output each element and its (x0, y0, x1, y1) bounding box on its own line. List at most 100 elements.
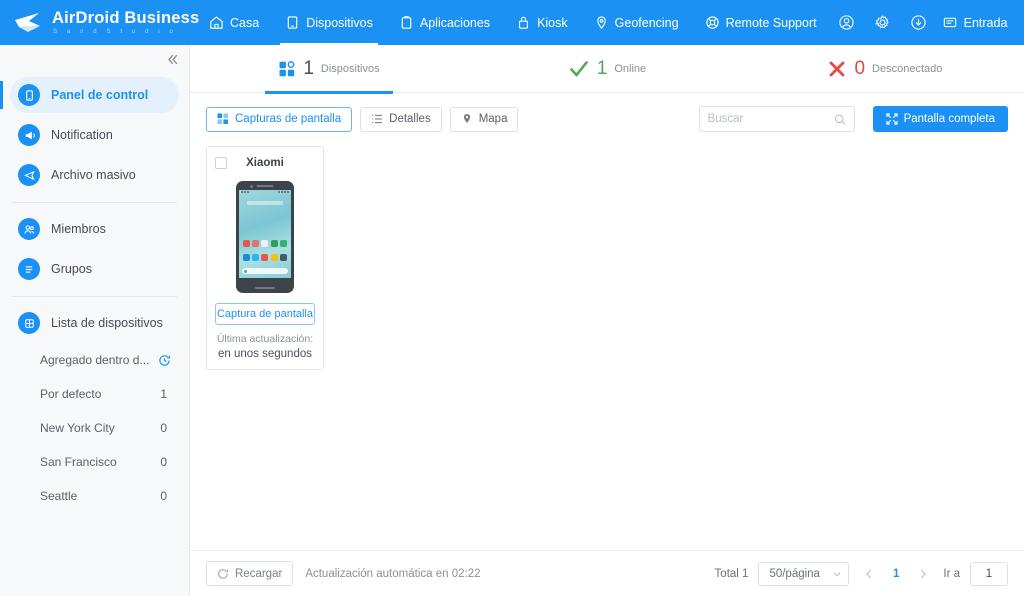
sidebar-item-lista-de-dispositivos[interactable]: Lista de dispositivos (10, 305, 179, 341)
nav-item-kiosk[interactable]: Kiosk (503, 0, 581, 45)
group-row-san-francisco[interactable]: San Francisco 0 (10, 447, 179, 477)
group-label-new-york-city: New York City (40, 421, 115, 435)
person-circle-icon (839, 15, 854, 30)
group-row-new-york-city[interactable]: New York City 0 (10, 413, 179, 443)
inbox-label: Entrada (963, 15, 1008, 30)
group-count-new-york-city: 0 (160, 421, 167, 435)
fullscreen-button[interactable]: Pantalla completa (872, 106, 1008, 132)
stat-offline-label: Desconectado (872, 62, 943, 75)
stat-total-devices[interactable]: 1 Dispositivos (190, 45, 468, 93)
auto-update-status: Actualización automática en 02:22 (305, 567, 481, 580)
prev-page-button[interactable] (859, 563, 879, 585)
search-icon (834, 114, 845, 125)
goto-page-input[interactable] (970, 561, 1008, 586)
nav-item-aplicaciones[interactable]: Aplicaciones (386, 0, 503, 45)
home-icon (210, 16, 223, 29)
phone-home-bar (255, 286, 275, 289)
download-icon-button[interactable] (902, 0, 936, 45)
device-name: Xiaomi (246, 157, 284, 169)
screenshot-capture-button[interactable]: Captura de pantalla (215, 303, 315, 325)
settings-icon-button[interactable] (866, 0, 900, 45)
refresh-icon (218, 568, 229, 579)
group-count-san-francisco: 0 (160, 455, 167, 469)
nav-label-remote-support: Remote Support (725, 15, 817, 30)
members-icon (18, 218, 40, 240)
sidebar-item-notification[interactable]: Notification (10, 117, 179, 153)
download-icon (911, 15, 926, 30)
double-chevron-left-icon (167, 54, 177, 64)
search-box[interactable] (698, 106, 855, 132)
page-size-value: 50/página (769, 567, 820, 580)
group-row-por-defecto[interactable]: Por defecto 1 (10, 379, 179, 409)
search-input[interactable] (707, 113, 834, 125)
sidebar-item-archivo-masivo[interactable]: Archivo masivo (10, 157, 179, 193)
view-toolbar: Capturas de pantalla Detalles Mapa Busca… (190, 93, 1024, 142)
device-card-xiaomi[interactable]: Xiaomi Captura de pantalla Última actual… (206, 146, 324, 370)
nav-label-casa: Casa (230, 15, 260, 30)
footer-bar: Recargar Actualización automática en 02:… (190, 550, 1024, 596)
sidebar-divider-1 (12, 202, 177, 203)
grid-glyph (24, 318, 34, 328)
nav-label-geofencing: Geofencing (614, 15, 679, 30)
chevron-right-icon (921, 569, 927, 578)
send-file-icon (18, 164, 40, 186)
main-nav: Casa Dispositivos Aplicaciones Kiosk Geo… (196, 0, 830, 45)
nav-item-remote-support[interactable]: Remote Support (692, 0, 830, 45)
lock-icon (519, 16, 529, 29)
top-navigation-bar: AirDroid Business S a n d S t u d i o Ca… (0, 0, 1024, 45)
phone-speaker (256, 185, 274, 187)
stat-online-label: Online (614, 62, 647, 75)
stat-offline-devices[interactable]: 0 Desconectado (746, 45, 1024, 93)
sidebar-item-panel-de-control[interactable]: Panel de control (0, 77, 179, 113)
device-screenshot-thumbnail[interactable] (236, 181, 294, 293)
sidebar-item-grupos[interactable]: Grupos (10, 251, 179, 287)
main-content: 1 Dispositivos 1 Online 0 Desconectado C… (190, 45, 1024, 596)
device-stats-bar: 1 Dispositivos 1 Online 0 Desconectado (190, 45, 1024, 93)
view-button-mapa[interactable]: Mapa (449, 106, 519, 132)
reload-button[interactable]: Recargar (206, 561, 294, 586)
apps-clipboard-icon (401, 16, 412, 29)
stat-total-count: 1 (303, 57, 314, 79)
phone-date-widget (247, 201, 283, 205)
sidebar-collapse-button[interactable] (163, 50, 181, 68)
check-green-icon (569, 60, 588, 77)
dashboard-device-glyph (25, 89, 33, 101)
page-number-1[interactable]: 1 (889, 568, 903, 580)
sidebar-label-grupos: Grupos (51, 262, 92, 276)
app-root: AirDroid Business S a n d S t u d i o Ca… (0, 0, 1024, 596)
view-button-capturas[interactable]: Capturas de pantalla (206, 106, 353, 132)
location-pin-icon (596, 16, 606, 30)
sidebar-label-archivo-masivo: Archivo masivo (51, 168, 136, 182)
account-icon-button[interactable] (830, 0, 864, 45)
chevron-down-icon (833, 571, 841, 576)
phone-search-widget (242, 268, 288, 274)
device-select-checkbox[interactable] (215, 157, 227, 169)
message-icon (943, 17, 956, 27)
group-row-seattle[interactable]: Seattle 0 (10, 481, 179, 511)
nav-item-casa[interactable]: Casa (196, 0, 272, 45)
phone-app-row-1 (239, 240, 291, 247)
stat-online-devices[interactable]: 1 Online (468, 45, 746, 93)
device-cards-area: Xiaomi Captura de pantalla Última actual… (190, 142, 1024, 550)
inbox-button[interactable]: Entrada (938, 15, 1016, 31)
group-row-agregado[interactable]: Agregado dentro d... (10, 345, 179, 375)
pagination: Total 1 50/página 1 Ir a (715, 561, 1008, 586)
grid-icon (217, 113, 228, 124)
device-icon (287, 16, 298, 29)
last-update-value: en unos segundos (218, 348, 312, 360)
members-glyph (23, 224, 34, 234)
group-label-por-defecto: Por defecto (40, 387, 102, 401)
reload-label: Recargar (235, 567, 283, 580)
dashboard-device-icon (18, 84, 40, 106)
nav-item-geofencing[interactable]: Geofencing (581, 0, 692, 45)
brand-logo[interactable]: AirDroid Business S a n d S t u d i o (0, 10, 199, 35)
nav-item-dispositivos[interactable]: Dispositivos (272, 0, 386, 45)
next-page-button[interactable] (913, 563, 933, 585)
device-card-header: Xiaomi (215, 155, 315, 171)
page-size-select[interactable]: 50/página (758, 561, 849, 586)
sidebar-item-miembros[interactable]: Miembros (10, 211, 179, 247)
view-button-detalles[interactable]: Detalles (360, 106, 442, 132)
groups-list-icon (18, 258, 40, 280)
sidebar: Panel de control Notification Archivo ma… (0, 45, 190, 596)
group-label-agregado: Agregado dentro d... (40, 353, 150, 367)
